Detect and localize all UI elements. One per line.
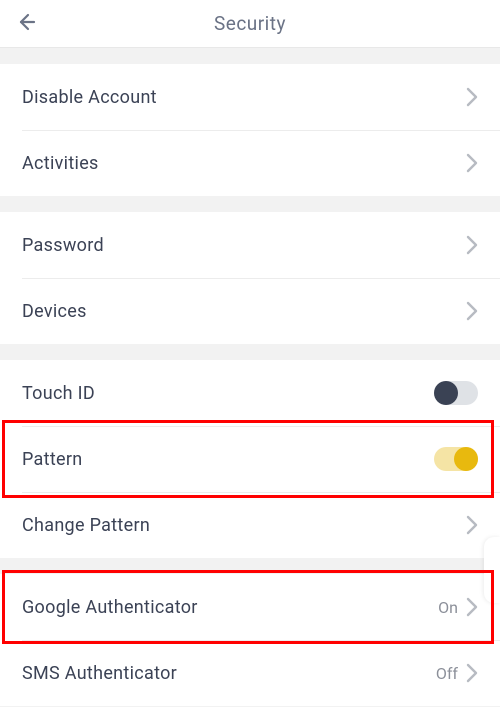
toggle-knob	[454, 447, 478, 471]
row-change-pattern[interactable]: Change Pattern	[0, 492, 500, 558]
edge-handle[interactable]	[484, 537, 500, 603]
row-label: Disable Account	[22, 87, 157, 108]
row-value: On	[438, 598, 458, 617]
row-label: Password	[22, 235, 104, 256]
row-disable-account[interactable]: Disable Account	[0, 64, 500, 130]
chevron-right-icon	[466, 597, 478, 617]
row-touch-id[interactable]: Touch ID	[0, 360, 500, 426]
chevron-right-icon	[466, 515, 478, 535]
toggle-touch-id[interactable]	[434, 381, 478, 405]
row-label: Touch ID	[22, 383, 95, 404]
toggle-pattern[interactable]	[434, 447, 478, 471]
toggle-knob	[434, 381, 458, 405]
row-sms-authenticator[interactable]: SMS Authenticator Off	[0, 640, 500, 706]
row-label: SMS Authenticator	[22, 663, 177, 684]
back-button[interactable]	[14, 0, 38, 48]
back-arrow-icon	[14, 10, 38, 38]
chevron-right-icon	[466, 301, 478, 321]
settings-group: Google Authenticator On SMS Authenticato…	[0, 574, 500, 706]
chevron-right-icon	[466, 235, 478, 255]
row-password[interactable]: Password	[0, 212, 500, 278]
row-label: Pattern	[22, 449, 83, 470]
row-label: Google Authenticator	[22, 597, 198, 618]
header: Security	[0, 0, 500, 48]
row-label: Change Pattern	[22, 515, 150, 536]
row-devices[interactable]: Devices	[0, 278, 500, 344]
row-pattern[interactable]: Pattern	[0, 426, 500, 492]
chevron-right-icon	[466, 153, 478, 173]
settings-group: Touch ID Pattern Change Pattern	[0, 360, 500, 558]
page-title: Security	[214, 12, 286, 35]
chevron-right-icon	[466, 87, 478, 107]
row-label: Activities	[22, 153, 99, 174]
row-activities[interactable]: Activities	[0, 130, 500, 196]
row-label: Devices	[22, 301, 87, 322]
settings-group: Disable Account Activities	[0, 64, 500, 196]
row-value: Off	[436, 664, 458, 683]
row-google-authenticator[interactable]: Google Authenticator On	[0, 574, 500, 640]
chevron-right-icon	[466, 663, 478, 683]
settings-group: Password Devices	[0, 212, 500, 344]
